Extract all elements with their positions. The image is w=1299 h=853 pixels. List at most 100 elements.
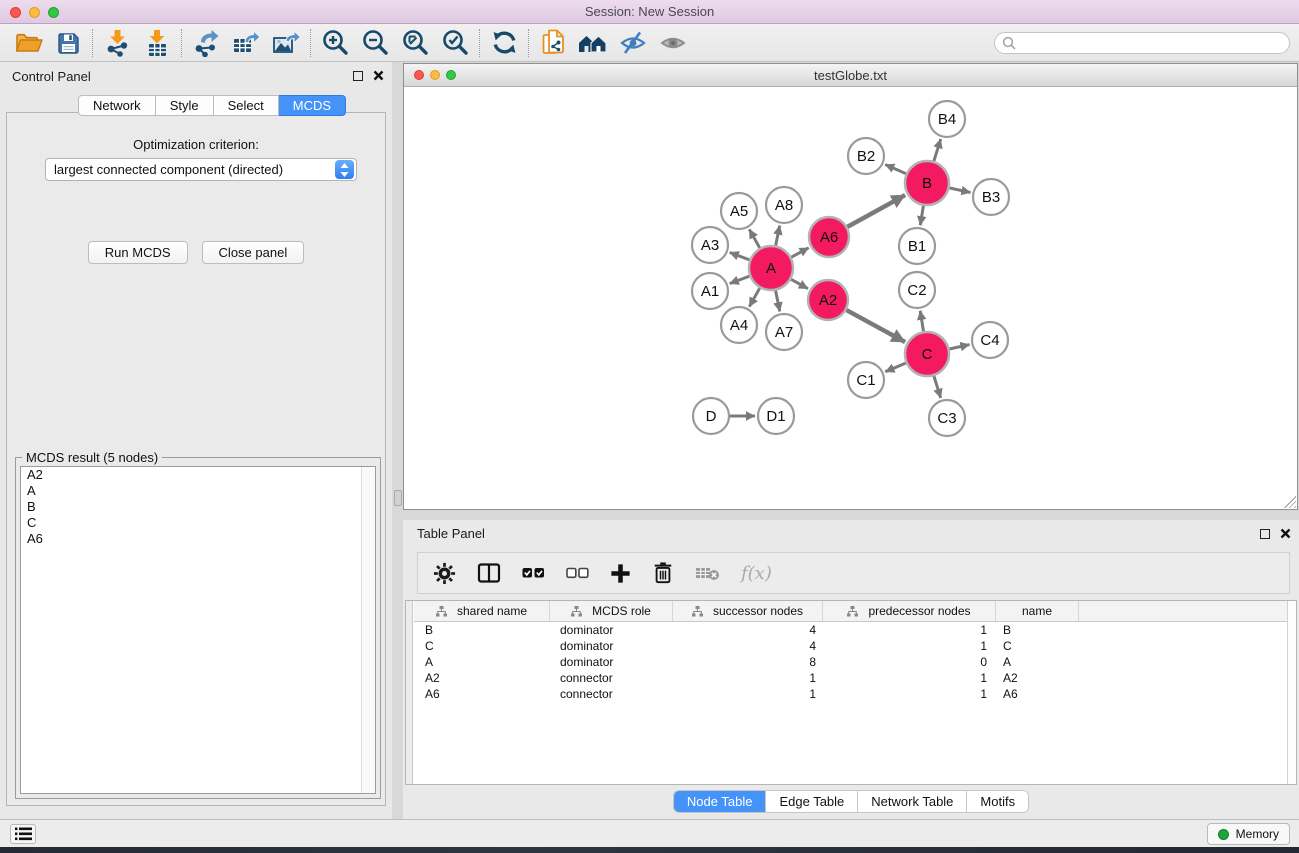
search-input[interactable] [994,32,1290,54]
memory-button[interactable]: Memory [1207,823,1290,845]
tab-network-table[interactable]: Network Table [857,791,966,812]
graph-edge[interactable] [920,206,923,226]
network-window-titlebar[interactable]: testGlobe.txt [404,64,1297,87]
table-row[interactable]: Cdominator41C [414,638,1287,654]
network-zoom-button[interactable] [446,70,456,80]
table-cell[interactable]: dominator [549,654,672,670]
zoom-out-button[interactable] [355,26,395,60]
table-cell[interactable]: 0 [822,654,995,670]
table-cell[interactable]: 4 [672,638,822,654]
graph-edge[interactable] [934,376,941,398]
refresh-button[interactable] [484,26,524,60]
graph-edge[interactable] [885,164,906,173]
zoom-in-button[interactable] [315,26,355,60]
table-cell[interactable]: B [414,622,549,638]
column-header[interactable]: predecessor nodes [822,601,995,621]
graph-edge[interactable] [885,363,906,372]
tab-select[interactable]: Select [214,95,279,116]
table-settings-button[interactable] [433,562,456,585]
graph-edge[interactable] [934,139,941,161]
graph-edge[interactable] [749,229,759,248]
network-close-button[interactable] [414,70,424,80]
graph-edge[interactable] [749,288,759,307]
zoom-selected-button[interactable] [435,26,475,60]
mcds-result-item[interactable]: A [21,483,375,499]
graph-edge[interactable] [847,195,905,227]
table-scrollbar-track[interactable] [1287,601,1296,784]
graph-edge[interactable] [949,188,970,193]
table-cell[interactable]: 1 [822,638,995,654]
split-table-view-button[interactable] [477,562,501,584]
column-header[interactable]: successor nodes [672,601,822,621]
hide-all-columns-button[interactable] [566,564,589,582]
table-row[interactable]: Adominator80A [414,654,1287,670]
delete-column-button[interactable] [652,561,674,585]
export-table-button[interactable] [226,26,266,60]
table-cell[interactable]: connector [549,686,672,702]
graph-edge[interactable] [791,248,808,257]
tab-mcds[interactable]: MCDS [279,95,346,116]
column-header[interactable]: name [995,601,1078,621]
resize-grip-icon[interactable] [1284,496,1296,508]
table-cell[interactable]: connector [549,670,672,686]
optimization-criterion-select[interactable]: largest connected component (directed) [45,158,357,181]
run-mcds-button[interactable]: Run MCDS [88,241,188,264]
table-row[interactable]: A2connector11A2 [414,670,1287,686]
new-session-from-network-button[interactable] [533,26,573,60]
tab-style[interactable]: Style [156,95,214,116]
table-row[interactable]: Bdominator41B [414,622,1287,638]
close-panel-icon[interactable] [1280,528,1291,539]
export-image-button[interactable] [266,26,306,60]
float-panel-icon[interactable] [1260,529,1270,539]
graph-edge[interactable] [949,345,969,349]
zoom-fit-button[interactable] [395,26,435,60]
table-cell[interactable]: A2 [414,670,549,686]
export-network-button[interactable] [186,26,226,60]
table-cell[interactable]: A [995,654,1078,670]
import-table-button[interactable] [137,26,177,60]
table-cell[interactable]: B [995,622,1078,638]
table-row[interactable]: A6connector11A6 [414,686,1287,702]
table-cell[interactable]: A [414,654,549,670]
hide-graphics-details-button[interactable] [613,26,653,60]
graph-edge[interactable] [776,226,780,246]
network-canvas[interactable]: B4B2BB3A8A5A6A3B1AA1C2A2A4A7C4CC1C3DD1 [404,87,1297,509]
vertical-splitter-handle[interactable] [394,490,402,506]
graph-edge[interactable] [730,276,750,283]
table-cell[interactable]: dominator [549,622,672,638]
table-cell[interactable]: A2 [995,670,1078,686]
mcds-result-item[interactable]: C [21,515,375,531]
zoom-window-button[interactable] [48,7,59,18]
graph-edge[interactable] [791,279,808,288]
column-header[interactable]: shared name [414,601,549,621]
table-cell[interactable]: 1 [822,670,995,686]
delete-table-button[interactable] [695,565,720,582]
mcds-result-item[interactable]: B [21,499,375,515]
first-neighbors-button[interactable] [573,26,613,60]
table-cell[interactable]: 1 [672,686,822,702]
minimize-window-button[interactable] [29,7,40,18]
graph-edge[interactable] [846,310,905,342]
table-cell[interactable]: 1 [822,622,995,638]
show-graphics-details-button[interactable] [653,26,693,60]
close-window-button[interactable] [10,7,21,18]
table-cell[interactable]: 8 [672,654,822,670]
show-all-columns-button[interactable] [522,564,545,582]
mcds-result-item[interactable]: A6 [21,531,375,547]
create-column-button[interactable] [610,563,631,584]
table-cell[interactable]: 1 [822,686,995,702]
table-cell[interactable]: 1 [672,670,822,686]
table-cell[interactable]: C [995,638,1078,654]
network-minimize-button[interactable] [430,70,440,80]
tab-edge-table[interactable]: Edge Table [765,791,857,812]
close-panel-button[interactable]: Close panel [202,241,305,264]
table-cell[interactable]: A6 [414,686,549,702]
float-panel-icon[interactable] [353,71,363,81]
graph-edge[interactable] [776,291,780,312]
mcds-result-list[interactable]: A2ABCA6 [20,466,376,794]
tab-network[interactable]: Network [78,95,156,116]
mcds-result-item[interactable]: A2 [21,467,375,483]
table-cell[interactable]: 4 [672,622,822,638]
task-history-button[interactable] [10,824,36,844]
table-cell[interactable]: C [414,638,549,654]
